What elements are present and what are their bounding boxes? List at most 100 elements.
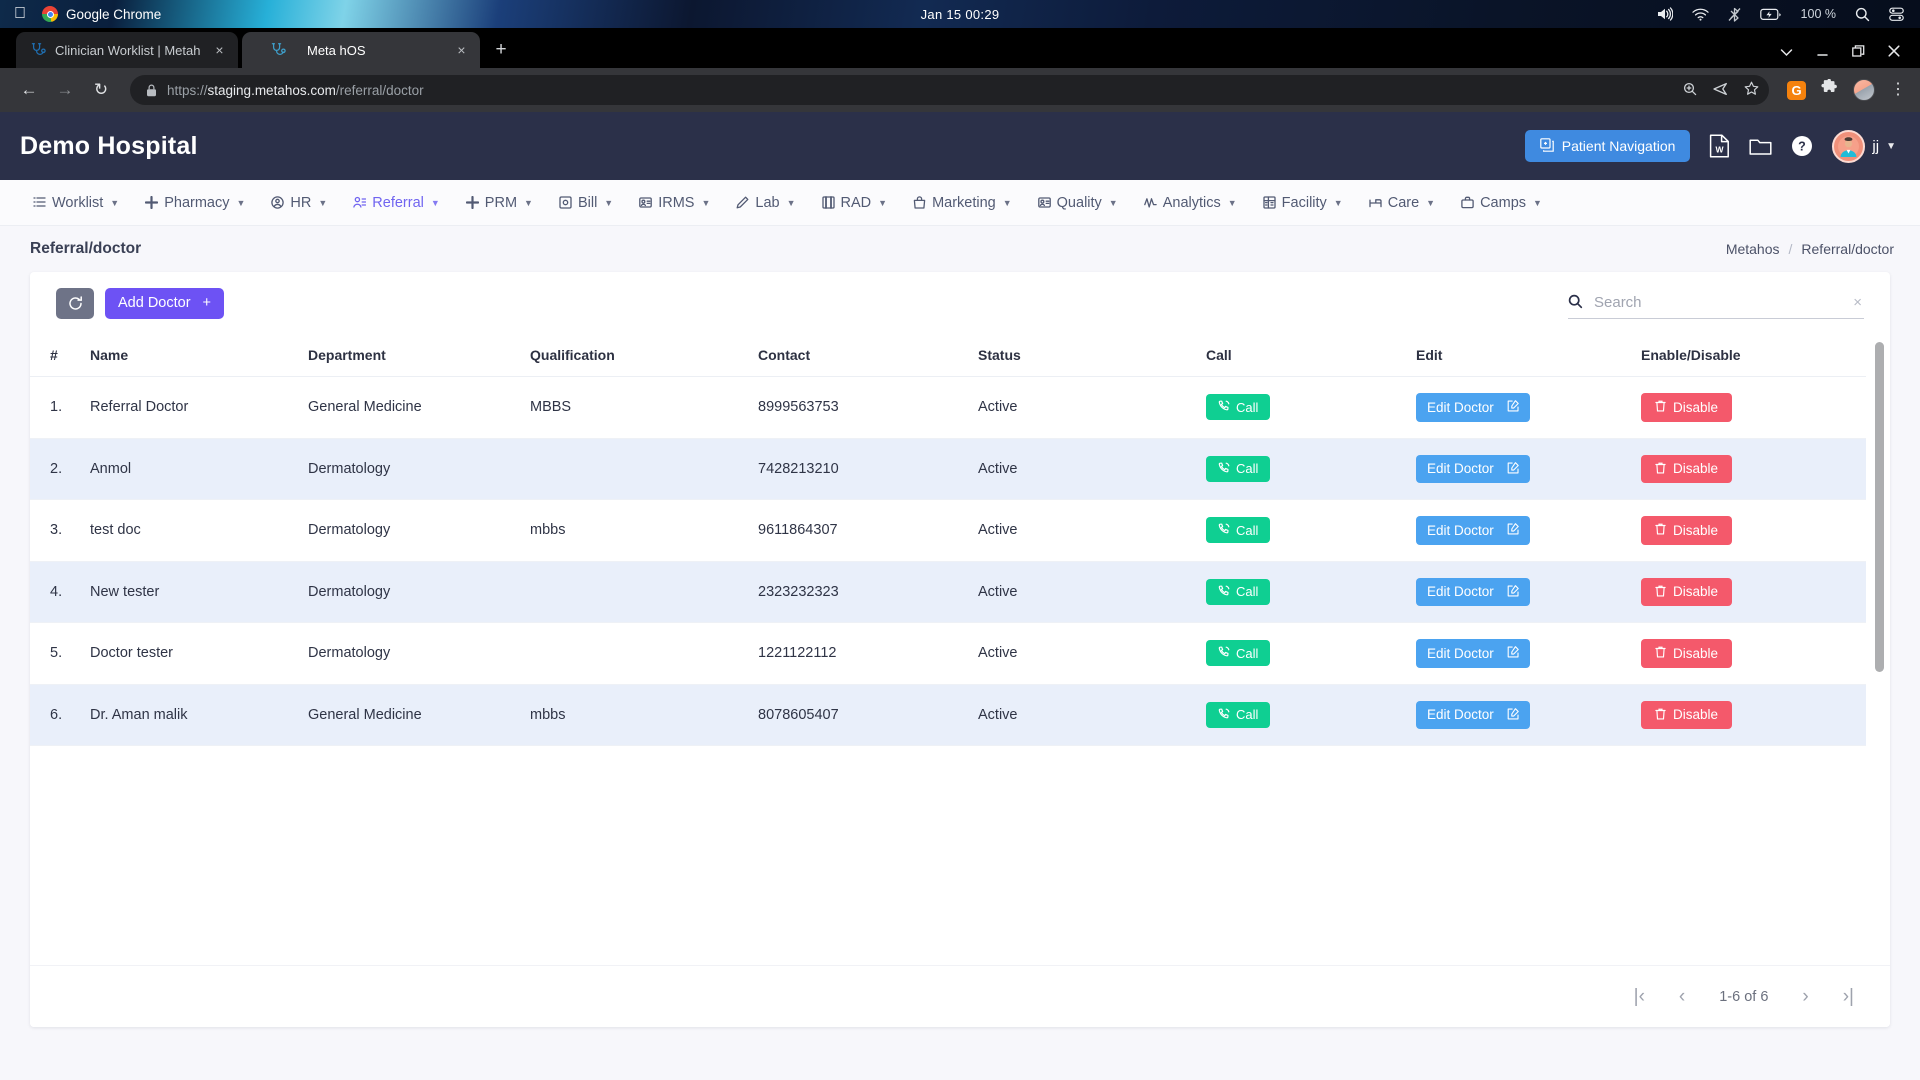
nav-item-worklist[interactable]: Worklist ▼ [20, 180, 132, 226]
folder-icon[interactable] [1749, 136, 1772, 156]
user-menu[interactable]: jj ▼ [1832, 129, 1896, 163]
cell-name: test doc [90, 522, 141, 539]
new-tab-button[interactable]: + [486, 35, 516, 65]
forward-button[interactable]: → [50, 75, 80, 105]
battery-icon[interactable] [1759, 8, 1782, 21]
nav-item-care[interactable]: Care ▼ [1356, 180, 1448, 226]
clear-search-icon[interactable]: × [1853, 294, 1864, 311]
disable-button[interactable]: Disable [1641, 454, 1733, 483]
volume-icon[interactable] [1656, 7, 1673, 21]
receipt-icon [559, 196, 572, 209]
disable-button[interactable]: Disable [1641, 700, 1733, 729]
last-page-button[interactable]: ›| [1843, 987, 1854, 1006]
patient-navigation-button[interactable]: Patient Navigation [1524, 130, 1691, 162]
disable-button[interactable]: Disable [1641, 516, 1733, 545]
nav-item-label: Worklist [52, 194, 104, 211]
apple-logo-icon[interactable]:  [14, 6, 26, 22]
phone-icon [1218, 646, 1230, 660]
app-header: Demo Hospital Patient Navigation W ? jj … [0, 112, 1920, 180]
close-icon[interactable]: × [453, 42, 470, 59]
profile-avatar-icon[interactable] [1853, 79, 1875, 101]
search-box[interactable]: × [1568, 287, 1864, 319]
chevron-down-icon[interactable] [1780, 45, 1793, 59]
column-header-index: # [30, 334, 90, 377]
nav-item-hr[interactable]: HR ▼ [258, 180, 340, 226]
grammarly-icon[interactable]: G [1787, 80, 1806, 100]
browser-tab-1[interactable]: Meta hOS × [242, 32, 480, 68]
cell-name: Dr. Aman malik [90, 706, 188, 723]
nav-item-irms[interactable]: IRMS ▼ [626, 180, 723, 226]
search-input[interactable] [1594, 294, 1843, 311]
table-row: 5. Doctor tester Dermatology 1221122112 Acti… [30, 622, 1866, 684]
first-page-button[interactable]: |‹ [1634, 987, 1645, 1006]
wifi-icon[interactable] [1691, 8, 1709, 21]
browser-tab-0[interactable]: Clinician Worklist | Metah × [16, 32, 238, 68]
add-doctor-button[interactable]: Add Doctor + [105, 287, 225, 319]
browser-tabstrip: Clinician Worklist | Metah × Meta hOS × … [0, 28, 1920, 68]
lock-icon [146, 84, 157, 97]
nav-item-bill[interactable]: Bill ▼ [546, 180, 626, 226]
bookmark-star-icon[interactable] [1744, 81, 1759, 99]
call-button[interactable]: Call [1206, 578, 1271, 605]
nav-item-quality[interactable]: Quality ▼ [1025, 180, 1131, 226]
puzzle-extensions-icon[interactable] [1821, 78, 1838, 101]
call-button[interactable]: Call [1206, 394, 1271, 421]
minimize-icon[interactable] [1816, 45, 1829, 59]
table-body: 1. Referral Doctor General Medicine MBBS 899… [30, 376, 1866, 746]
zoom-icon[interactable] [1683, 82, 1697, 99]
share-icon[interactable] [1713, 82, 1728, 99]
cell-department: General Medicine [308, 399, 422, 416]
spotlight-search-icon[interactable] [1855, 7, 1870, 22]
edit-doctor-button[interactable]: Edit Doctor [1416, 577, 1530, 606]
doctor-table: # Name Department Qualification Contact … [30, 334, 1866, 746]
nav-item-facility[interactable]: Facility ▼ [1250, 180, 1356, 226]
edit-doctor-button[interactable]: Edit Doctor [1416, 393, 1530, 422]
cell-contact: 1221122112 [758, 645, 837, 662]
call-button-label: Call [1236, 645, 1259, 661]
cell-status: Active [978, 583, 1018, 600]
edit-doctor-button[interactable]: Edit Doctor [1416, 516, 1530, 545]
refresh-button[interactable] [56, 287, 94, 319]
control-center-icon[interactable] [1889, 7, 1904, 22]
edit-doctor-button[interactable]: Edit Doctor [1416, 454, 1530, 483]
cell-contact: 2323232323 [758, 583, 839, 600]
back-button[interactable]: ← [14, 75, 44, 105]
call-button[interactable]: Call [1206, 517, 1271, 544]
edit-doctor-button[interactable]: Edit Doctor [1416, 639, 1530, 668]
next-page-button[interactable]: › [1802, 987, 1808, 1006]
close-icon[interactable]: × [211, 42, 228, 59]
maximize-icon[interactable] [1852, 45, 1865, 59]
address-bar[interactable]: https://staging.metahos.com/referral/doc… [130, 75, 1769, 105]
disable-button[interactable]: Disable [1641, 639, 1733, 668]
call-button[interactable]: Call [1206, 640, 1271, 667]
edit-doctor-button[interactable]: Edit Doctor [1416, 700, 1530, 729]
table-scrollbar[interactable] [1875, 342, 1884, 672]
call-button[interactable]: Call [1206, 701, 1271, 728]
breadcrumb-root[interactable]: Metahos [1726, 241, 1780, 257]
prev-page-button[interactable]: ‹ [1679, 987, 1685, 1006]
nav-item-prm[interactable]: PRM ▼ [453, 180, 546, 226]
nav-item-pharmacy[interactable]: Pharmacy ▼ [132, 180, 258, 226]
nav-item-marketing[interactable]: Marketing ▼ [900, 180, 1025, 226]
chrome-menu-icon[interactable]: ⋮ [1890, 82, 1906, 98]
close-icon[interactable] [1888, 45, 1900, 59]
cell-department: Dermatology [308, 645, 391, 662]
nav-item-camps[interactable]: Camps ▼ [1448, 180, 1555, 226]
call-button-label: Call [1236, 707, 1259, 723]
edit-doctor-button-label: Edit Doctor [1427, 522, 1494, 538]
reload-button[interactable]: ↻ [86, 75, 116, 105]
disable-button[interactable]: Disable [1641, 393, 1733, 422]
disable-button-label: Disable [1673, 461, 1719, 476]
briefcase-icon [1461, 196, 1474, 209]
nav-item-analytics[interactable]: Analytics ▼ [1131, 180, 1250, 226]
disable-button[interactable]: Disable [1641, 577, 1733, 606]
bluetooth-off-icon[interactable] [1728, 7, 1741, 22]
disable-button-label: Disable [1673, 522, 1719, 538]
nav-item-rad[interactable]: RAD ▼ [809, 180, 901, 226]
call-button[interactable]: Call [1206, 455, 1271, 482]
nav-item-referral[interactable]: Referral ▼ [340, 180, 453, 226]
nav-item-lab[interactable]: Lab ▼ [723, 180, 808, 226]
word-document-icon[interactable]: W [1709, 134, 1730, 158]
help-circle-icon[interactable]: ? [1791, 135, 1813, 157]
pulse-icon [1143, 196, 1157, 209]
